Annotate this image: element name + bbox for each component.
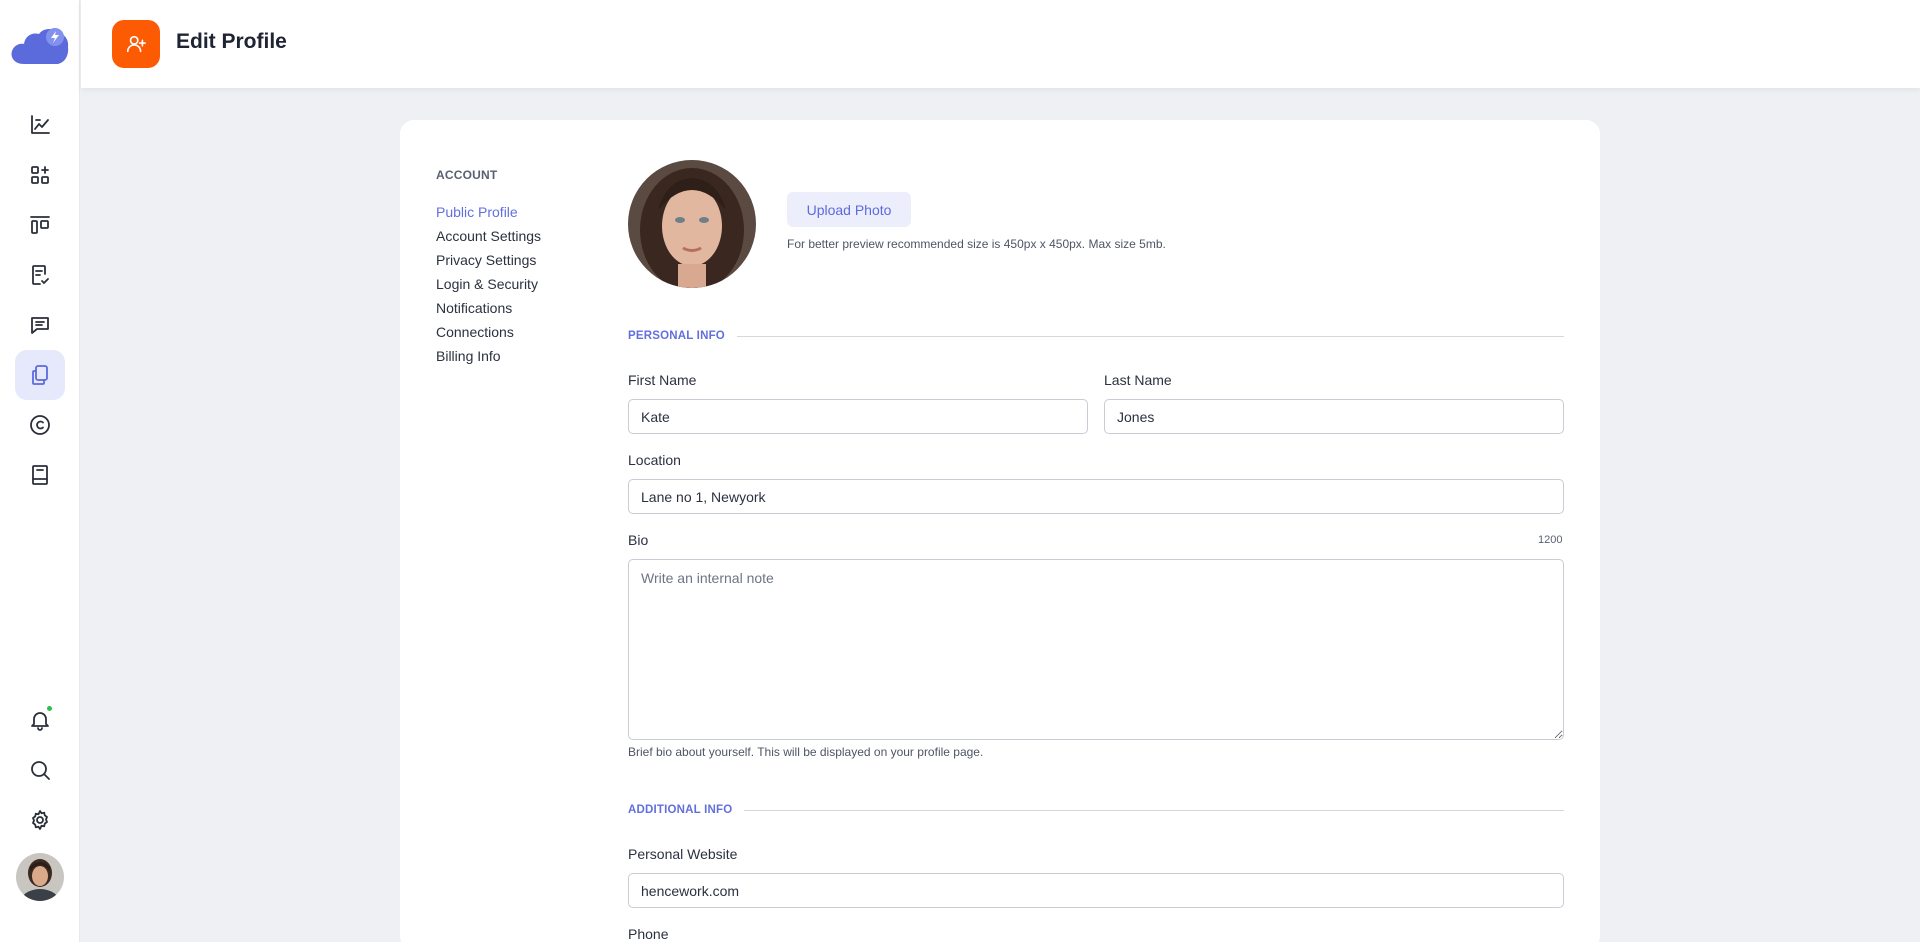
profile-card: ACCOUNT Public Profile Account Settings … (400, 120, 1600, 942)
menu-item-billing-info[interactable]: Billing Info (436, 346, 541, 370)
sidebar (0, 0, 80, 942)
menu-item-connections[interactable]: Connections (436, 322, 541, 346)
website-label: Personal Website (628, 846, 738, 862)
personal-info-heading: PERSONAL INFO (628, 330, 737, 342)
section-divider (628, 336, 1564, 337)
upload-hint: For better preview recommended size is 4… (787, 237, 1166, 251)
copyright-icon[interactable] (15, 400, 65, 450)
location-input[interactable] (628, 479, 1564, 514)
apps-icon[interactable] (15, 150, 65, 200)
menu-item-privacy-settings[interactable]: Privacy Settings (436, 250, 541, 274)
gear-icon[interactable] (15, 795, 65, 845)
last-name-input[interactable] (1104, 399, 1564, 434)
location-label: Location (628, 452, 681, 468)
account-menu: Public Profile Account Settings Privacy … (436, 202, 541, 370)
menu-item-account-settings[interactable]: Account Settings (436, 226, 541, 250)
book-icon[interactable] (15, 450, 65, 500)
first-name-input[interactable] (628, 399, 1088, 434)
additional-info-heading: ADDITIONAL INFO (628, 804, 745, 816)
upload-photo-button[interactable]: Upload Photo (787, 192, 911, 227)
add-user-icon (112, 20, 160, 68)
user-avatar[interactable] (16, 853, 64, 901)
section-divider (628, 810, 1564, 811)
board-icon[interactable] (15, 200, 65, 250)
cloud-logo-icon[interactable] (10, 24, 70, 66)
profile-photo (628, 160, 756, 288)
notification-dot (46, 705, 53, 712)
menu-item-login-security[interactable]: Login & Security (436, 274, 541, 298)
last-name-label: Last Name (1104, 372, 1172, 388)
phone-label: Phone (628, 926, 669, 942)
bio-label: Bio (628, 532, 649, 548)
chat-icon[interactable] (15, 300, 65, 350)
analytics-icon[interactable] (15, 100, 65, 150)
first-name-label: First Name (628, 372, 697, 388)
menu-item-notifications[interactable]: Notifications (436, 298, 541, 322)
account-menu-heading: ACCOUNT (436, 168, 498, 182)
bio-char-counter: 1200 (1538, 534, 1563, 546)
files-icon[interactable] (15, 350, 65, 400)
search-icon[interactable] (15, 745, 65, 795)
menu-item-public-profile[interactable]: Public Profile (436, 202, 541, 226)
bell-icon[interactable] (15, 695, 65, 745)
bio-textarea[interactable] (628, 559, 1564, 740)
bio-hint: Brief bio about yourself. This will be d… (628, 745, 984, 759)
page-title: Edit Profile (176, 30, 287, 53)
top-header: Edit Profile (81, 0, 1920, 88)
website-input[interactable] (628, 873, 1564, 908)
tasks-icon[interactable] (15, 250, 65, 300)
